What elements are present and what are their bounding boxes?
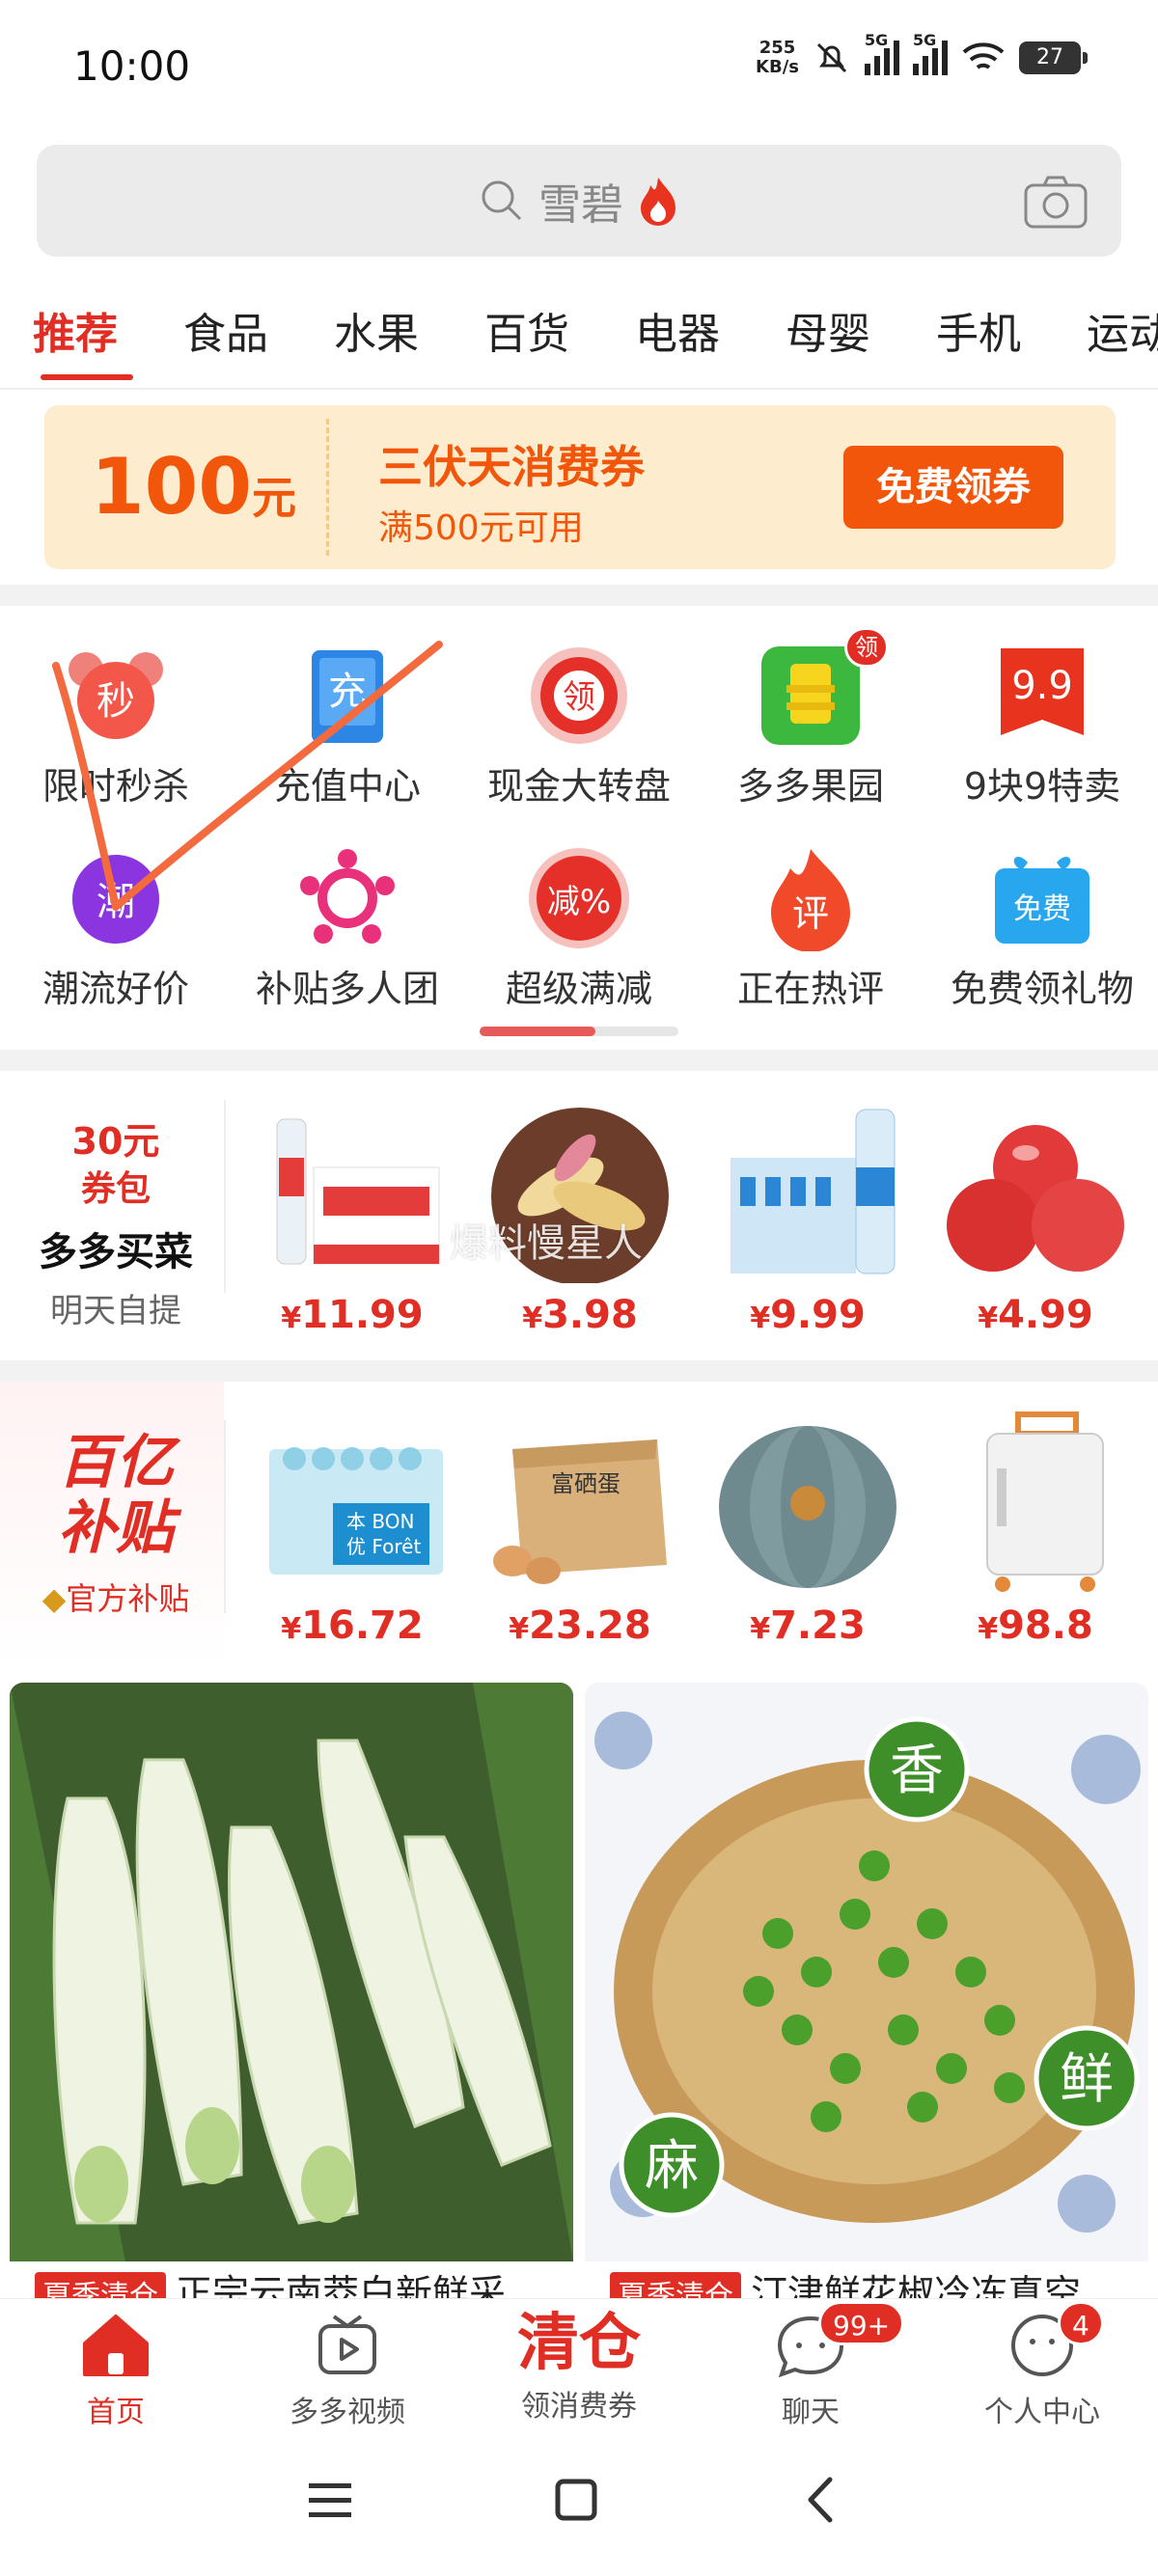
- feed-title: 夏季清仓 汀津鲜花椒冷冻真空: [610, 2263, 1081, 2300]
- grid-label: 超级满减: [505, 968, 652, 1010]
- section-divider: [0, 1360, 1158, 1382]
- subsidy-item[interactable]: 本 BON 优 Forêt ¥16.72: [241, 1411, 463, 1648]
- nav-label: 领消费券: [521, 2390, 637, 2424]
- water-pack-text-2: 优 Forêt: [346, 1535, 421, 1558]
- product-image-suitcase: [939, 1411, 1132, 1594]
- video-icon: [232, 2311, 463, 2384]
- product-price: ¥23.28: [509, 1603, 651, 1648]
- menu-icon[interactable]: [307, 2480, 353, 2522]
- numbing-badge: 麻: [645, 2135, 699, 2198]
- product-image-egg-box: 富硒蛋: [483, 1411, 676, 1594]
- section-divider: [0, 1050, 1158, 1071]
- product-price: ¥3.98: [522, 1293, 638, 1337]
- grocery-item[interactable]: ¥4.99: [924, 1100, 1146, 1337]
- grocery-promo: 30元: [71, 1120, 160, 1163]
- grid-label: 潮流好价: [41, 968, 189, 1010]
- profile-icon: 4: [926, 2301, 1158, 2384]
- product-image-water-pack: 本 BON 优 Forêt: [256, 1411, 449, 1594]
- water-pack-text-1: 本 BON: [346, 1510, 414, 1533]
- bottom-nav: 首页 多多视频 清仓 领消费券 99+ 聊天 4 个人中心: [0, 2298, 1158, 2431]
- subsidy-subtitle: ◆官方补贴: [41, 1580, 190, 1617]
- product-image-pomegranate: [939, 1100, 1132, 1283]
- subsidy-title-1: 百亿: [58, 1429, 174, 1496]
- feed-image-pepper: 香 鲜 麻: [585, 1683, 1148, 2261]
- nav-profile[interactable]: 4 个人中心: [926, 2301, 1158, 2430]
- nav-label: 多多视频: [290, 2396, 405, 2429]
- watermark-text: 爆料慢星人: [450, 1221, 643, 1266]
- grocery-title: 多多买菜: [39, 1230, 193, 1274]
- nav-clearance[interactable]: 清仓 领消费券: [463, 2305, 695, 2425]
- clearance-tag: 夏季清仓: [610, 2272, 741, 2300]
- subsidy-divider: [224, 1420, 226, 1613]
- subsidy-section[interactable]: 百亿 补贴 ◆官方补贴 本 BON 优 Forêt ¥16.72 富硒蛋 ¥23…: [0, 1382, 1158, 1671]
- nav-chat[interactable]: 99+ 聊天: [695, 2301, 926, 2430]
- nav-label: 个人中心: [984, 2396, 1100, 2429]
- system-nav-bar: [0, 2431, 1158, 2576]
- feed-card[interactable]: 夏季清仓 正宗云南茭白新鲜采: [10, 1683, 573, 2300]
- product-price: ¥11.99: [281, 1293, 424, 1337]
- subsidy-title-2: 补贴: [58, 1494, 174, 1562]
- clearance-tag: 夏季清仓: [35, 2272, 166, 2300]
- grocery-item[interactable]: ¥9.99: [697, 1100, 919, 1337]
- product-image-water-box: [256, 1100, 449, 1283]
- subsidy-card[interactable]: 百亿 补贴 ◆官方补贴: [0, 1430, 232, 1619]
- home-icon: [0, 2311, 232, 2384]
- product-image-bottled-water: [711, 1100, 904, 1283]
- fresh-badge: 鲜: [1060, 2048, 1114, 2111]
- grocery-section[interactable]: 30元 券包 多多买菜 明天自提 ¥11.99 ¥3.98 ¥9.99 ¥4.9…: [0, 1071, 1158, 1360]
- grocery-subtitle: 明天自提: [50, 1292, 181, 1330]
- subsidy-item[interactable]: ¥98.8: [924, 1411, 1146, 1648]
- diamond-icon: ◆: [41, 1580, 67, 1617]
- grid-label: 补贴多人团: [255, 968, 439, 1010]
- back-icon[interactable]: [801, 2476, 840, 2524]
- product-price: ¥98.8: [978, 1603, 1093, 1648]
- chat-icon: 99+: [695, 2301, 926, 2384]
- product-price: ¥7.23: [750, 1603, 866, 1648]
- subsidy-item[interactable]: 富硒蛋 ¥23.28: [469, 1411, 691, 1648]
- product-price: ¥9.99: [750, 1293, 866, 1337]
- grocery-item[interactable]: ¥11.99: [241, 1100, 463, 1337]
- chat-badge: 99+: [818, 2301, 905, 2345]
- nav-label: 首页: [87, 2396, 145, 2429]
- grocery-card[interactable]: 30元 券包 多多买菜 明天自提: [0, 1111, 232, 1331]
- feed-title: 夏季清仓 正宗云南茭白新鲜采: [35, 2263, 506, 2300]
- profile-badge: 4: [1058, 2301, 1104, 2345]
- product-price: ¥4.99: [978, 1293, 1093, 1337]
- home-square-icon[interactable]: [554, 2478, 598, 2522]
- egg-box-text: 富硒蛋: [551, 1470, 620, 1497]
- nav-label: 聊天: [782, 2396, 840, 2429]
- grocery-divider: [224, 1100, 226, 1293]
- feed-image-water-bamboo: [10, 1683, 573, 2261]
- product-price: ¥16.72: [281, 1603, 424, 1648]
- feed-card[interactable]: 香 鲜 麻 夏季清仓 汀津鲜花椒冷冻真空: [585, 1683, 1148, 2300]
- product-image-pumpkin: [711, 1411, 904, 1594]
- subsidy-item[interactable]: ¥7.23: [697, 1411, 919, 1648]
- clearance-big-label: 清仓: [517, 2308, 641, 2379]
- grid-label: 正在热评: [736, 968, 884, 1010]
- nav-home[interactable]: 首页: [0, 2311, 232, 2430]
- grid-label: 免费领礼物: [950, 968, 1134, 1010]
- grocery-promo-2: 券包: [80, 1169, 151, 1209]
- nav-video[interactable]: 多多视频: [232, 2311, 463, 2430]
- grid-page-indicator: [480, 1027, 678, 1036]
- annotation-checkmark: [52, 641, 443, 911]
- fragrant-badge: 香: [890, 1740, 944, 1802]
